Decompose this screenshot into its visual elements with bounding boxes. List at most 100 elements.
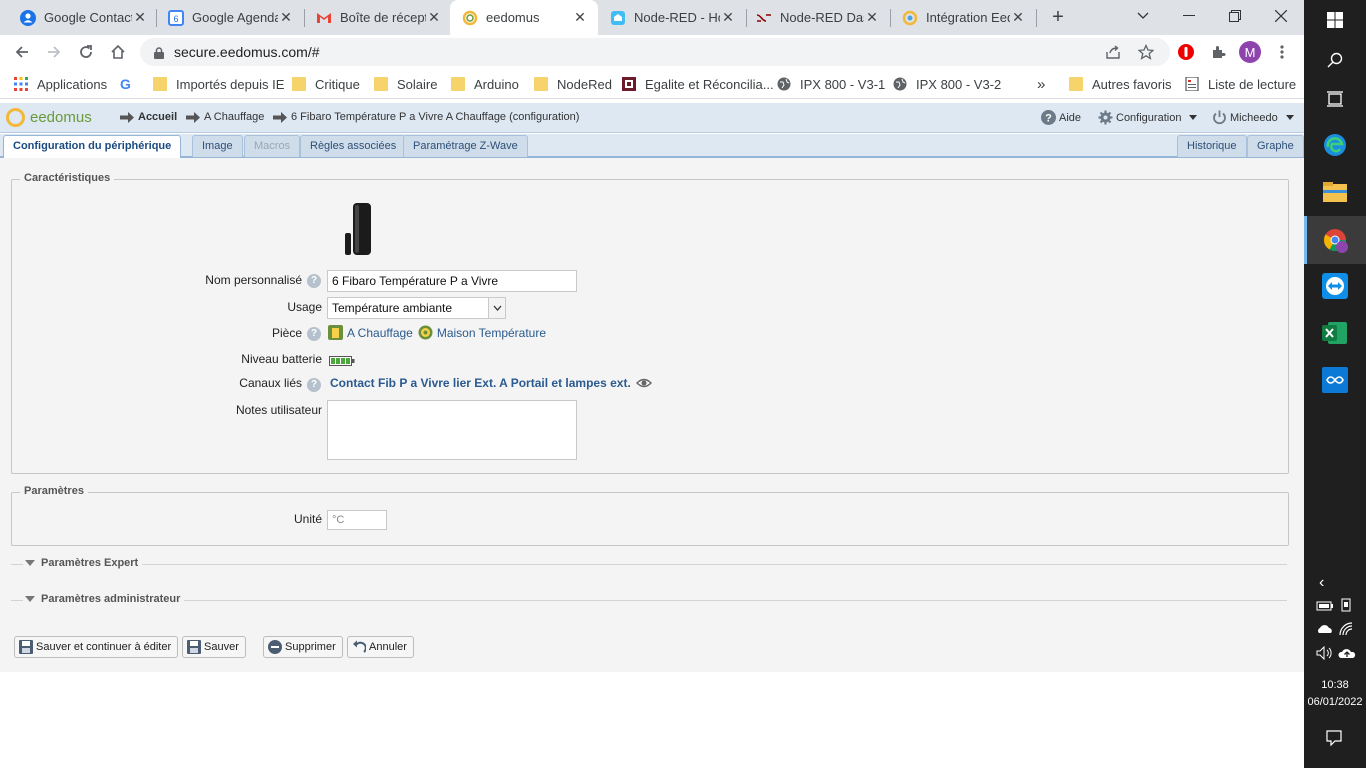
name-input[interactable]: 6 Fibaro Température P a Vivre [327,270,577,292]
bookmark-folder-critique[interactable]: Critique [292,75,360,93]
admin-settings-toggle[interactable]: Paramètres administrateur [23,593,185,605]
app-tabs: Configuration du périphérique Image Macr… [0,134,1304,158]
teamviewer-icon[interactable] [1321,272,1349,300]
expert-settings-label: Paramètres Expert [41,557,139,569]
close-icon[interactable]: ✕ [720,9,736,26]
window-close-icon[interactable] [1258,0,1304,32]
cloud-upload-icon[interactable] [1338,646,1356,663]
reading-list-button[interactable]: Liste de lecture [1185,75,1296,93]
notes-textarea[interactable] [327,400,577,460]
home-icon[interactable] [106,40,130,64]
breadcrumb-label: Accueil [138,111,178,123]
browser-tab-node-red-ha[interactable]: Node-RED - Ho ✕ [598,0,746,35]
help-icon[interactable]: ? [307,327,321,341]
browser-tab-gmail[interactable]: Boîte de réception ✕ [304,0,452,35]
breadcrumb-home[interactable]: Accueil [120,111,177,123]
browser-tab-node-red-dash[interactable]: Node-RED Dash ✕ [744,0,890,35]
address-bar[interactable]: secure.eedomus.com/# [140,38,1170,66]
linked-channel-link[interactable]: Contact Fib P a Vivre lier Ext. A Portai… [330,376,631,390]
breadcrumb-label: A Chauffage [204,111,265,123]
usage-select[interactable]: Température ambiante [327,297,506,319]
close-icon[interactable]: ✕ [278,9,294,26]
expert-settings-toggle[interactable]: Paramètres Expert [23,557,143,569]
tab-graph[interactable]: Graphe [1247,135,1304,157]
bookmark-folder-ie[interactable]: Importés depuis IE [153,75,284,93]
cancel-button[interactable]: Annuler [347,636,414,658]
tab-search-icon[interactable] [1120,0,1166,32]
breadcrumb-device: 6 Fibaro Température P a Vivre A Chauffa… [273,111,579,123]
more-bookmarks-button[interactable]: » [1037,75,1045,93]
tab-title: Node-RED - Ho [634,10,720,25]
search-icon[interactable] [1321,46,1349,74]
share-icon[interactable] [1101,40,1125,64]
forward-icon[interactable] [42,40,66,64]
tab-zwave-settings[interactable]: Paramétrage Z-Wave [403,135,528,157]
room-link-chauffage[interactable]: A Chauffage [347,326,413,340]
minimize-icon[interactable] [1166,0,1212,32]
new-tab-button[interactable]: + [1046,6,1070,30]
battery-status-icon[interactable] [1316,599,1334,614]
onedrive-icon[interactable] [1316,623,1334,638]
excel-icon[interactable] [1321,319,1349,347]
tab-image[interactable]: Image [192,135,243,157]
tab-device-configuration[interactable]: Configuration du périphérique [3,135,182,158]
arrow-right-icon [273,111,287,123]
browser-tab-integration[interactable]: Intégration Eed ✕ [890,0,1036,35]
windows-start-icon[interactable] [1321,6,1349,34]
close-icon[interactable]: ✕ [132,9,148,26]
bookmark-other-favorites[interactable]: Autres favoris [1069,75,1171,93]
profile-avatar[interactable]: M [1238,40,1262,64]
notifications-icon[interactable] [1326,730,1342,749]
bookmark-folder-arduino[interactable]: Arduino [451,75,519,93]
task-view-icon[interactable] [1321,85,1349,113]
bookmark-ipx-1[interactable]: IPX 800 - V3-1 [777,75,885,93]
clock-date[interactable]: 06/01/2022 [1304,696,1366,708]
bookmark-applications[interactable]: Applications [14,75,107,93]
tab-rules[interactable]: Règles associées [300,135,407,157]
eye-icon[interactable] [635,377,652,389]
chevron-left-icon[interactable]: ‹ [1319,574,1324,592]
help-link[interactable]: ? Aide [1041,110,1081,125]
room-link-maison-temperature[interactable]: Maison Température [437,326,546,340]
browser-tab-eedomus[interactable]: eedomus ✕ [450,0,598,35]
save-button[interactable]: Sauver [182,636,246,658]
close-icon[interactable]: ✕ [426,9,442,26]
clock-time[interactable]: 10:38 [1304,679,1366,691]
edge-icon[interactable] [1321,131,1349,159]
restore-icon[interactable] [1212,0,1258,32]
save-continue-button[interactable]: Sauver et continuer à éditer [14,636,179,658]
bookmark-folder-solaire[interactable]: Solaire [374,75,437,93]
display-icon[interactable] [1339,598,1353,615]
wifi-icon[interactable] [1339,622,1353,639]
breadcrumb-room[interactable]: A Chauffage [186,111,264,123]
help-icon[interactable]: ? [307,274,321,288]
browser-tab-google-contacts[interactable]: Google Contacts ✕ [8,0,158,35]
reload-icon[interactable] [74,40,98,64]
adblock-icon[interactable] [1174,40,1198,64]
unit-input[interactable]: °C [327,510,387,530]
delete-button[interactable]: Supprimer [263,636,343,658]
browser-tab-google-agenda[interactable]: 6 Google Agenda ✕ [156,0,304,35]
bookmark-folder-nodered[interactable]: NodeRed [534,75,612,93]
chrome-taskbar-item[interactable] [1304,216,1366,264]
user-menu[interactable]: Micheedo [1212,110,1294,125]
close-icon[interactable]: ✕ [572,9,588,26]
bookmark-egalite[interactable]: Egalite et Réconcilia... [622,75,774,93]
button-label: Annuler [369,641,407,653]
bookmark-google[interactable]: G [120,75,143,93]
tab-history[interactable]: Historique [1177,135,1247,157]
file-explorer-icon[interactable] [1321,178,1349,206]
bookmark-ipx-2[interactable]: IPX 800 - V3-2 [893,75,1001,93]
eedomus-logo[interactable]: eedomus [6,108,92,127]
volume-icon[interactable] [1316,645,1334,663]
close-icon[interactable]: ✕ [1010,9,1026,26]
close-icon[interactable]: ✕ [864,9,880,26]
extensions-icon[interactable] [1206,40,1230,64]
help-icon[interactable]: ? [307,378,321,392]
app-icon[interactable] [1321,366,1349,394]
bookmark-star-icon[interactable] [1134,40,1158,64]
menu-kebab-icon[interactable] [1270,40,1294,64]
browser-window: Google Contacts ✕ 6 Google Agenda ✕ Boît… [0,0,1304,768]
configuration-menu[interactable]: Configuration [1098,110,1198,125]
back-icon[interactable] [10,40,34,64]
